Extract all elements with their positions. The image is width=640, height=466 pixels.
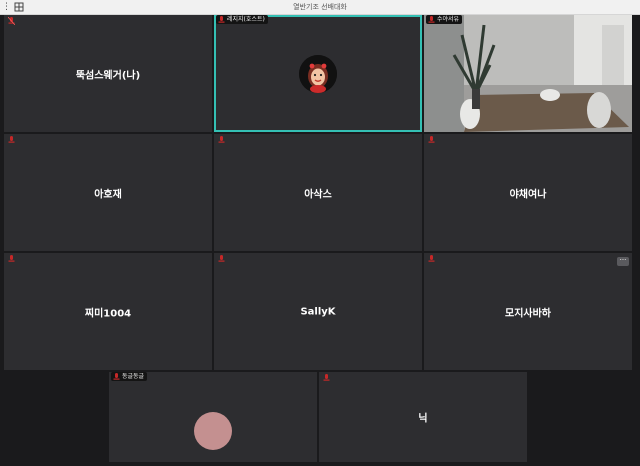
pink-circle-avatar: [194, 412, 232, 450]
participant-name: 닉: [418, 413, 428, 425]
muted-mic-icon: [428, 136, 435, 143]
participant-tile[interactable]: SallyK: [214, 253, 422, 370]
participant-name: 야채여나: [509, 189, 547, 200]
participant-name: 아호재: [94, 189, 122, 200]
participant-tile[interactable]: 아호재: [4, 134, 212, 251]
muted-mic-icon: [113, 372, 120, 380]
participant-tile[interactable]: 동글동글: [109, 372, 317, 462]
bottom-toolbar-edge: [0, 462, 640, 466]
participant-name: SallyK: [300, 306, 336, 317]
muted-mic-icon: [218, 255, 225, 262]
muted-mic-icon: [323, 374, 330, 381]
participant-tile[interactable]: 닉: [319, 372, 527, 462]
muted-mic-icon: [8, 136, 15, 143]
title-bar: ⋮ 열반기조 선배대화: [0, 0, 640, 15]
window-title: 열반기조 선배대화: [293, 3, 347, 11]
participant-name: 뚝섬스웨거(나): [75, 70, 141, 81]
participant-tile[interactable]: 뚝섬스웨거(나): [4, 15, 212, 132]
participant-tile[interactable]: 수야서유: [424, 15, 632, 132]
muted-mic-icon: [8, 255, 15, 262]
profile-avatar: [299, 55, 337, 93]
participant-name: 아삭스: [304, 189, 332, 200]
participant-name: 모지사바하: [505, 308, 551, 319]
camera-feed-room: [424, 15, 632, 132]
muted-mic-icon: [218, 136, 225, 143]
participant-tile[interactable]: 야채여나: [424, 134, 632, 251]
participant-tile[interactable]: ··· 모지사바하: [424, 253, 632, 370]
muted-mic-icon: [428, 15, 435, 23]
participant-tile[interactable]: 찌미1004: [4, 253, 212, 370]
participant-tile-active[interactable]: 레지지(호스트): [214, 15, 422, 132]
participant-tile[interactable]: 아삭스: [214, 134, 422, 251]
muted-mic-icon: [218, 15, 225, 23]
participant-name: 찌미1004: [84, 308, 132, 319]
participant-label: 수야서유: [426, 15, 463, 24]
muted-mic-icon: [8, 17, 15, 25]
more-options-button[interactable]: ···: [617, 257, 629, 266]
muted-mic-icon: [428, 255, 435, 262]
participant-label: 레지지(호스트): [216, 15, 268, 24]
participant-label: 동글동글: [111, 372, 148, 381]
